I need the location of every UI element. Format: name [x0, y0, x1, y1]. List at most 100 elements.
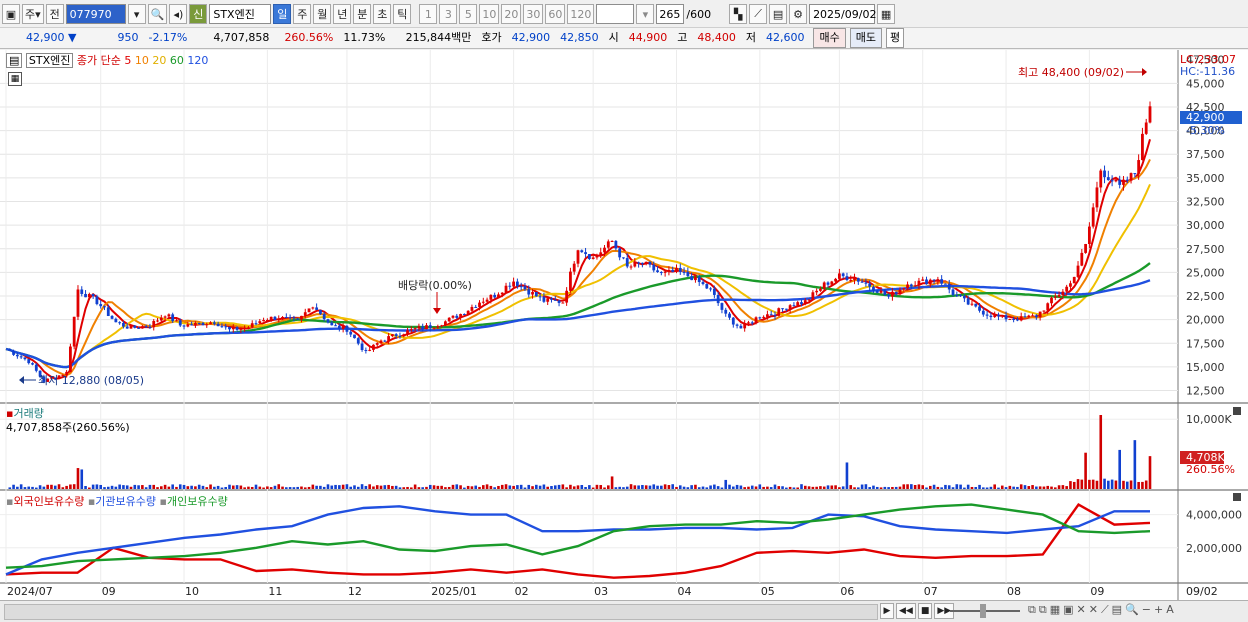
- stock-chart[interactable]: 45,00042,50040,00037,50035,00032,50030,0…: [0, 50, 1248, 600]
- count-input[interactable]: 265: [656, 4, 685, 24]
- volume-bar: [125, 485, 129, 489]
- volume-bar: [750, 485, 754, 489]
- period-tick-button[interactable]: 틱: [393, 4, 412, 24]
- candle-body: [694, 276, 697, 281]
- line-icon[interactable]: ⟋: [1101, 603, 1109, 617]
- volume-bar: [811, 486, 815, 489]
- period-month-button[interactable]: 월: [313, 4, 332, 24]
- candle-body: [1008, 318, 1012, 320]
- cross-icon[interactable]: ✕: [1077, 603, 1086, 617]
- buy-button[interactable]: 매수: [813, 28, 846, 48]
- stock-name-field[interactable]: STX엔진: [209, 4, 272, 24]
- volume-bar: [603, 487, 606, 489]
- volume-bar: [860, 484, 864, 489]
- sell-button[interactable]: 매도: [849, 28, 882, 48]
- volume-bar: [152, 484, 156, 489]
- rewind-icon[interactable]: ◀◀: [896, 603, 916, 619]
- interval-10-button[interactable]: 10: [479, 4, 500, 24]
- minus-icon[interactable]: −: [1142, 603, 1151, 617]
- volume-bar: [849, 485, 853, 489]
- prev-button[interactable]: 전: [45, 4, 64, 24]
- interval-3-button[interactable]: 3: [439, 4, 458, 24]
- grid-icon[interactable]: ▦: [1050, 603, 1060, 617]
- interval-custom-input[interactable]: [596, 4, 635, 24]
- scroll-right-icon[interactable]: ▶: [880, 603, 894, 619]
- interval-dropdown-icon[interactable]: ▾: [636, 4, 655, 24]
- volume-bar: [451, 484, 455, 489]
- draw-icon[interactable]: ⟋: [749, 4, 768, 24]
- volume-bar: [743, 487, 746, 489]
- plus-icon[interactable]: +: [1154, 603, 1163, 617]
- interval-1-button[interactable]: 1: [419, 4, 438, 24]
- candle-body: [519, 286, 523, 288]
- candle-body: [1042, 310, 1046, 312]
- period-type-select[interactable]: 주 ▾: [22, 4, 44, 24]
- candle-body: [853, 278, 856, 280]
- interval-5-button[interactable]: 5: [459, 4, 478, 24]
- bid-price: 42,850: [560, 31, 599, 44]
- volume-bar: [732, 486, 735, 489]
- gear-icon[interactable]: ⚙: [789, 4, 808, 24]
- holding-panel-close-icon[interactable]: [1233, 493, 1241, 501]
- cross2-icon[interactable]: ✕: [1089, 603, 1098, 617]
- search-icon[interactable]: 🔍: [147, 4, 168, 24]
- eval-button[interactable]: 평: [885, 28, 905, 48]
- interval-60-button[interactable]: 60: [545, 4, 566, 24]
- copy-icon[interactable]: ⧉: [1028, 603, 1036, 617]
- table-tool-icon[interactable]: ▤: [1112, 603, 1122, 617]
- font-icon[interactable]: A: [1166, 603, 1174, 617]
- candle-body: [534, 292, 538, 297]
- layout-icon[interactable]: ▣: [1063, 603, 1073, 617]
- volume-bar: [114, 486, 118, 489]
- interval-20-button[interactable]: 20: [501, 4, 522, 24]
- candle-body: [375, 343, 379, 345]
- volume-bar: [1129, 480, 1133, 489]
- candle-body: [906, 284, 909, 289]
- zoom-slider-thumb[interactable]: [980, 604, 986, 618]
- date-input[interactable]: 2025/09/02: [809, 4, 876, 24]
- candle-body: [68, 346, 72, 372]
- bottom-scrollbar[interactable]: ▶ ◀◀ ■ ▶▶ ⧉ ⧉ ▦ ▣ ✕ ✕ ⟋ ▤ 🔍 − + A: [0, 600, 1248, 622]
- period-year-button[interactable]: 년: [333, 4, 352, 24]
- candle-body: [281, 317, 284, 320]
- stock-code-input[interactable]: 077970: [65, 4, 126, 24]
- sound-icon[interactable]: ◂): [169, 4, 188, 24]
- period-week-button[interactable]: 주: [293, 4, 312, 24]
- volume-bar: [61, 487, 65, 489]
- candle-body: [451, 315, 455, 318]
- candle-body: [572, 263, 576, 272]
- stop-icon[interactable]: ■: [917, 603, 933, 619]
- volume-bar: [857, 487, 860, 489]
- period-day-button[interactable]: 일: [273, 4, 292, 24]
- calendar-icon[interactable]: ▦: [877, 4, 896, 24]
- scroll-track[interactable]: [4, 604, 878, 620]
- copy2-icon[interactable]: ⧉: [1039, 603, 1047, 617]
- save-icon[interactable]: ▤: [769, 4, 788, 24]
- dropdown-icon[interactable]: ▾: [127, 4, 146, 24]
- period-minute-button[interactable]: 분: [353, 4, 372, 24]
- table-icon[interactable]: ▦: [8, 72, 22, 86]
- current-price-tag-label: 42,900: [1186, 111, 1225, 124]
- volume-bar: [735, 484, 739, 489]
- indicator-icon[interactable]: ▚: [729, 4, 748, 24]
- volume-bar: [1027, 486, 1031, 489]
- period-second-button[interactable]: 초: [373, 4, 392, 24]
- interval-30-button[interactable]: 30: [523, 4, 544, 24]
- interval-120-button[interactable]: 120: [567, 4, 595, 24]
- candle-body: [500, 292, 504, 295]
- volume-bar: [307, 486, 311, 489]
- window-icon[interactable]: ▣: [2, 4, 20, 24]
- volume-bar: [387, 484, 390, 489]
- candle-body: [925, 279, 928, 285]
- volume-bar: [175, 486, 178, 489]
- candle-body: [928, 279, 932, 285]
- open-label: 시: [608, 31, 619, 44]
- zoom-icon[interactable]: 🔍: [1125, 603, 1139, 617]
- candle-body: [743, 323, 747, 329]
- candle-body: [1069, 283, 1072, 287]
- candle-body: [803, 300, 807, 305]
- volume-bar: [1122, 480, 1125, 489]
- volume-bar: [966, 484, 970, 489]
- candle-body: [815, 290, 819, 293]
- volume-panel-close-icon[interactable]: [1233, 407, 1241, 415]
